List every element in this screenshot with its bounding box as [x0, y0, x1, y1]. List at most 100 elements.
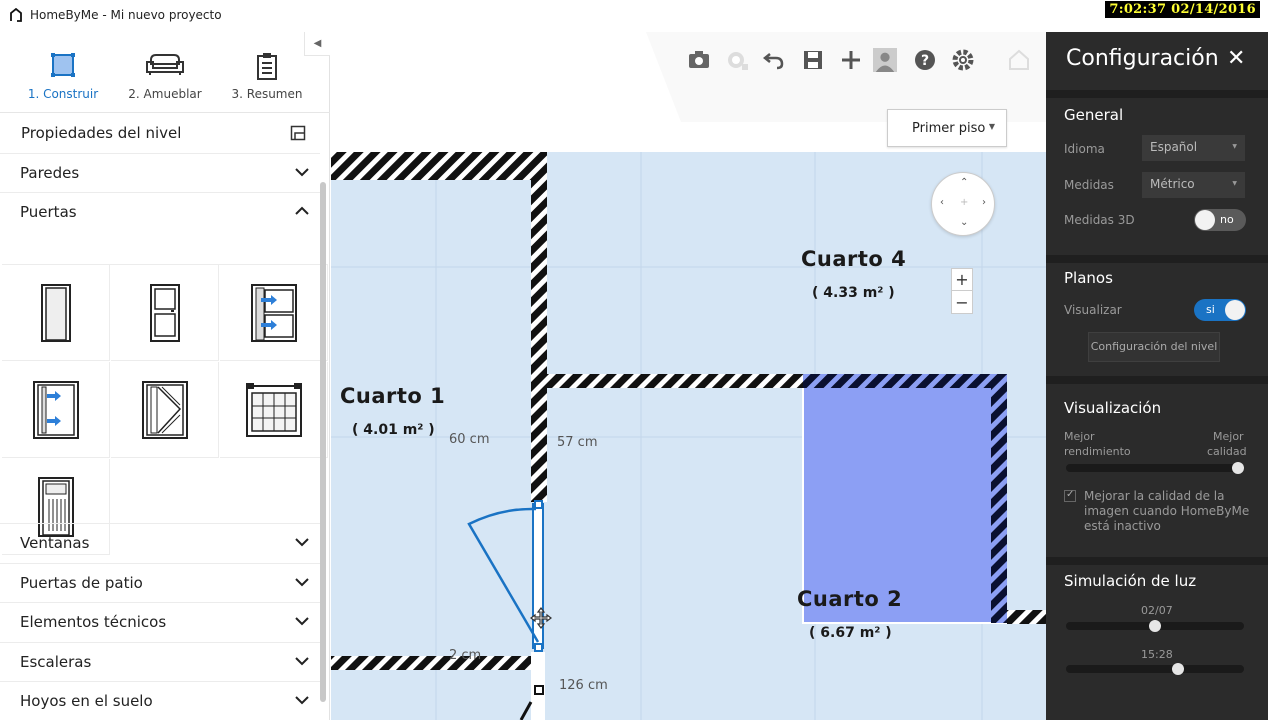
level-properties-icon[interactable]: [290, 125, 306, 141]
chevron-door-icon: [141, 380, 188, 439]
tab-construir[interactable]: 1. Construir: [8, 32, 118, 112]
section-paredes-label: Paredes: [20, 164, 80, 182]
pan-left-icon[interactable]: ‹: [940, 197, 944, 208]
toggle-text: si: [1206, 303, 1215, 316]
dimension-label: 2 cm: [449, 648, 482, 663]
door-item[interactable]: [220, 362, 328, 458]
general-heading: General: [1064, 106, 1124, 124]
section-escaleras-label: Escaleras: [20, 653, 92, 671]
level-properties-label: Propiedades del nivel: [21, 124, 182, 142]
floor-select-value: Primer piso: [912, 121, 986, 136]
floor-plan-canvas[interactable]: Cuarto 1 ( 4.01 m² ) Cuarto 4 ( 4.33 m² …: [331, 32, 1046, 720]
camera-icon[interactable]: [687, 48, 711, 72]
user-icon[interactable]: [873, 48, 897, 72]
chevron-down-icon: [295, 538, 309, 547]
section-ventanas[interactable]: Ventanas: [0, 523, 320, 563]
improve-quality-text: Mejorar la calidad de la imagen cuando H…: [1084, 489, 1250, 533]
double-door-blue-icon: [250, 283, 297, 342]
simple-door-icon: [40, 283, 71, 342]
section-hoyos[interactable]: Hoyos en el suelo: [0, 681, 320, 720]
settings-icon[interactable]: [951, 48, 975, 72]
chevron-down-icon: [295, 168, 309, 177]
visualizar-toggle[interactable]: si: [1194, 299, 1246, 321]
title-bar: HomeByMe - Mi nuevo proyecto 7:02:37 02/…: [0, 0, 1268, 32]
undo-icon[interactable]: [762, 48, 786, 72]
slider-knob[interactable]: [1149, 620, 1161, 632]
performance-label: rendimiento: [1064, 445, 1131, 458]
room-name: Cuarto 4: [801, 247, 907, 271]
section-elementos-tecnicos-label: Elementos técnicos: [20, 613, 167, 631]
chevron-up-icon: [295, 206, 309, 215]
date-label: 02/07: [1141, 604, 1173, 617]
section-ventanas-label: Ventanas: [20, 534, 90, 552]
section-paredes[interactable]: Paredes: [0, 153, 320, 193]
pan-control[interactable]: ⌃ ⌄ ‹ › +: [931, 172, 995, 236]
room-area: ( 6.67 m² ): [809, 625, 892, 641]
tab-amueblar[interactable]: 2. Amueblar: [110, 32, 220, 112]
medidas3d-toggle[interactable]: no: [1194, 209, 1246, 231]
section-elementos-tecnicos[interactable]: Elementos técnicos: [0, 602, 320, 642]
svg-text:?: ?: [921, 53, 929, 69]
homebyme-logo-icon: [10, 8, 22, 22]
add-icon[interactable]: [839, 48, 863, 72]
clipboard-icon: [257, 53, 277, 80]
section-puertas-patio[interactable]: Puertas de patio: [0, 563, 320, 603]
door-item[interactable]: [111, 362, 219, 458]
close-icon[interactable]: ✕: [1227, 46, 1245, 71]
tab-construir-label: 1. Construir: [27, 87, 99, 101]
quality-label: Mejor: [1213, 430, 1244, 443]
room-name: Cuarto 2: [797, 587, 903, 611]
idioma-select[interactable]: Español ▼: [1142, 135, 1245, 161]
door-item[interactable]: [2, 265, 110, 361]
double-door-left-icon: [32, 380, 79, 439]
time-label: 15:28: [1141, 648, 1173, 661]
idioma-label: Idioma: [1064, 142, 1105, 156]
quality-slider[interactable]: [1066, 462, 1244, 474]
date-slider[interactable]: [1066, 620, 1244, 632]
help-icon[interactable]: ?: [913, 48, 937, 72]
snapshot-icon[interactable]: [725, 48, 749, 72]
medidas-select[interactable]: Métrico ▼: [1142, 172, 1245, 198]
pan-up-icon[interactable]: ⌃: [960, 177, 968, 188]
visualizar-label: Visualizar: [1064, 303, 1122, 317]
zoom-in-button[interactable]: +: [952, 269, 972, 291]
quality-label: calidad: [1207, 445, 1247, 458]
medidas-value: Métrico: [1150, 177, 1195, 191]
config-panel: Configuración ✕ General Idioma Español ▼…: [1046, 32, 1268, 720]
home-icon[interactable]: [1007, 48, 1031, 72]
section-escaleras[interactable]: Escaleras: [0, 642, 320, 682]
zoom-control: + −: [951, 268, 973, 314]
door-item[interactable]: [2, 362, 110, 458]
idioma-value: Español: [1150, 140, 1198, 154]
improve-quality-checkbox[interactable]: ✓: [1064, 489, 1076, 502]
simulacion-heading: Simulación de luz: [1064, 572, 1197, 590]
room-area: ( 4.33 m² ): [812, 285, 895, 301]
slider-knob[interactable]: [1172, 663, 1184, 675]
door-catalog: [2, 264, 328, 555]
tab-amueblar-label: 2. Amueblar: [128, 87, 202, 101]
floor-select[interactable]: Primer piso ▼: [887, 109, 1007, 147]
save-icon[interactable]: [801, 48, 825, 72]
app-window: HomeByMe - Mi nuevo proyecto 7:02:37 02/…: [0, 0, 1268, 720]
slider-knob[interactable]: [1232, 462, 1244, 474]
visualizacion-heading: Visualización: [1064, 399, 1162, 417]
time-slider[interactable]: [1066, 663, 1244, 675]
door-item[interactable]: [220, 265, 328, 361]
zoom-out-button[interactable]: −: [952, 292, 972, 314]
step-tabs: 1. Construir 2. Amueblar 3. Resumen: [0, 32, 304, 112]
dimension-label: 57 cm: [557, 435, 598, 450]
performance-label: Mejor: [1064, 430, 1095, 443]
pan-right-icon[interactable]: ›: [982, 197, 986, 208]
left-panel-scrollbar[interactable]: [320, 182, 326, 702]
config-nivel-button[interactable]: Configuración del nivel: [1088, 332, 1220, 362]
divider: [1046, 376, 1268, 384]
door-item[interactable]: [111, 265, 219, 361]
clock-overlay: 7:02:37 02/14/2016: [1105, 1, 1260, 18]
caret-down-icon: ▼: [1232, 143, 1237, 150]
collapse-panel-button[interactable]: ◀: [304, 32, 330, 56]
level-properties-row[interactable]: Propiedades del nivel: [0, 113, 320, 153]
pan-down-icon[interactable]: ⌄: [960, 217, 968, 228]
floor-square-icon: [51, 53, 75, 77]
section-puertas[interactable]: Puertas: [0, 192, 320, 232]
panel-door-icon: [149, 283, 180, 342]
